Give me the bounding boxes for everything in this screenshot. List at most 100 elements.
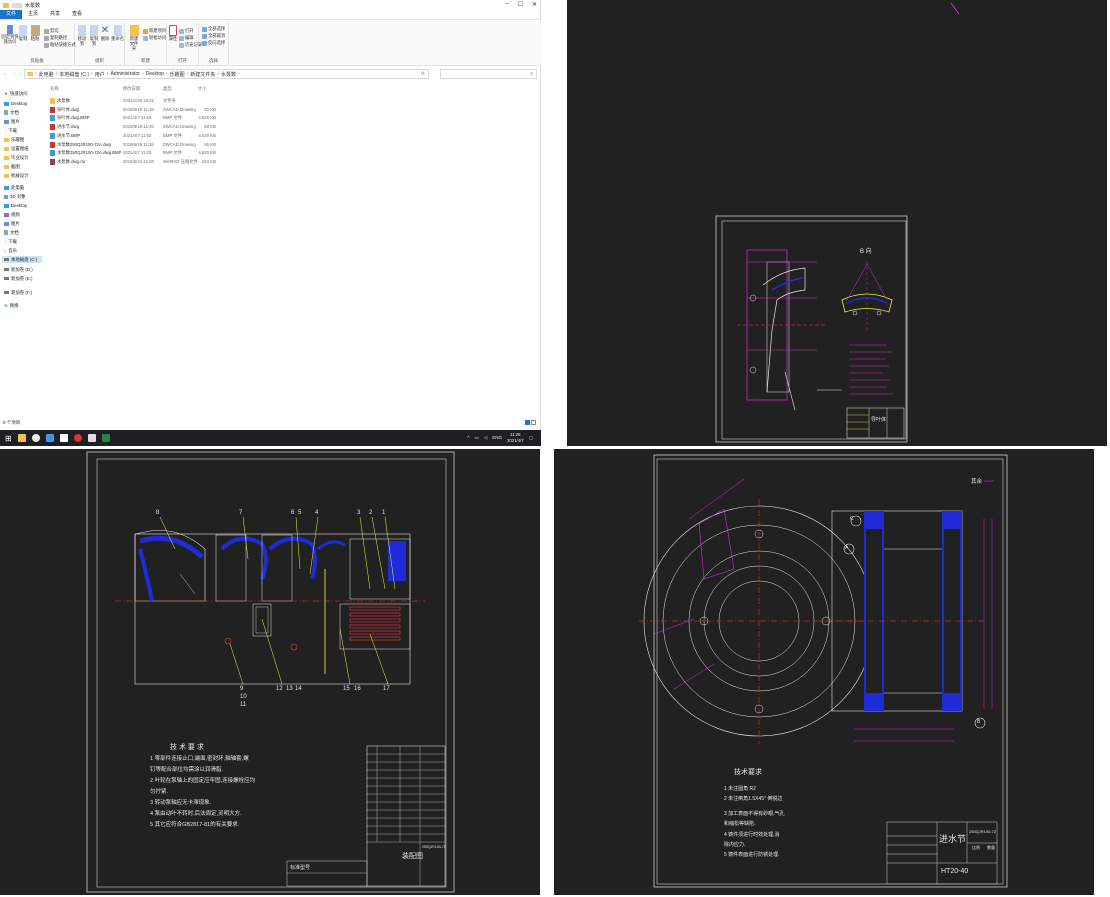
- breadcrumb-item[interactable]: 用户: [95, 71, 105, 78]
- nav-item[interactable]: 视频: [4, 211, 20, 218]
- select-none-button[interactable]: 全部取消: [202, 33, 225, 39]
- qq-taskbar-icon[interactable]: [31, 434, 40, 442]
- volume-icon[interactable]: ◁: [484, 435, 487, 441]
- column-size[interactable]: 大小: [198, 86, 207, 92]
- nav-item[interactable]: 新加卷 (E:): [4, 275, 32, 282]
- nav-item[interactable]: 图片: [4, 118, 20, 125]
- cut-button[interactable]: 剪切: [44, 28, 59, 34]
- paste-button[interactable]: 粘贴: [29, 25, 41, 41]
- network-tray-icon[interactable]: ▭: [475, 435, 479, 441]
- drawing-number: 250QJR100-72: [422, 845, 446, 849]
- minimize-icon[interactable]: –: [505, 1, 508, 8]
- nav-item[interactable]: 文档: [4, 109, 19, 116]
- search-input[interactable]: ⌕: [440, 69, 537, 79]
- file-row[interactable]: 进水节.dwg 2019/6/19 11:26 ZWCAD.Drawing 83 KB: [48, 123, 228, 131]
- breadcrumb-item[interactable]: 本地磁盘 (C:): [59, 71, 89, 78]
- refresh-icon[interactable]: ⟳: [421, 71, 425, 77]
- paste-shortcut-button[interactable]: 粘贴快捷方式: [44, 42, 76, 48]
- nav-item[interactable]: 文档: [4, 229, 19, 236]
- invert-selection-button[interactable]: 反向选择: [202, 40, 225, 46]
- properties-button[interactable]: 属性: [168, 25, 178, 41]
- address-bar[interactable]: › 此电脑 › 本地磁盘 (C:) › 用户 › Administrator › Des…: [24, 69, 429, 79]
- nav-item[interactable]: 3D 对象: [4, 193, 26, 200]
- file-row[interactable]: 水泵数250QJR100-72A.dwg 2019/6/19 11:26 ZWCAD…: [48, 141, 228, 149]
- file-row[interactable]: 水泵数.dwg.rar 2019/6/24 21:00 WinRAR 压缩文件 263…: [48, 158, 228, 166]
- maximize-icon[interactable]: ☐: [518, 1, 523, 8]
- copy-to-button[interactable]: 复制到: [88, 25, 100, 46]
- nav-item[interactable]: 设置图纸: [4, 145, 29, 152]
- part-name: 进水节: [939, 834, 967, 844]
- input-language[interactable]: ENG: [492, 435, 502, 440]
- column-type[interactable]: 类型: [163, 86, 172, 92]
- tab-file[interactable]: 文件: [0, 10, 23, 19]
- nav-item[interactable]: 图片: [4, 220, 20, 227]
- nav-item[interactable]: Desktop: [4, 100, 27, 107]
- breadcrumb-item[interactable]: 新建文件夹: [190, 71, 215, 78]
- rename-button[interactable]: 重命名: [111, 25, 124, 41]
- breadcrumb-item[interactable]: Desktop: [146, 71, 164, 77]
- nav-item-network[interactable]: ⊕ 网络: [4, 302, 18, 309]
- delete-button[interactable]: ✕ 删除: [100, 25, 110, 41]
- file-row[interactable]: 水泵数 2021/1/28 15:21 文件夹: [48, 97, 228, 105]
- forward-arrow-icon[interactable]: →: [11, 71, 16, 77]
- notification-icon[interactable]: ▢: [529, 435, 533, 441]
- windows-start-icon[interactable]: ⊞: [5, 434, 12, 443]
- search-taskbar-icon[interactable]: [45, 434, 54, 442]
- nav-item[interactable]: ↓ 下载: [4, 127, 17, 134]
- new-folder-button[interactable]: 新建文件夹: [127, 25, 141, 51]
- drive-icon: [4, 277, 9, 280]
- nav-item[interactable]: 毕业设计: [4, 154, 29, 161]
- balloon-label: 8: [156, 510, 160, 516]
- back-arrow-icon[interactable]: ←: [3, 71, 8, 77]
- nav-item-quick-access[interactable]: ★ 快速访问: [4, 90, 28, 97]
- details-view-icon[interactable]: [525, 420, 530, 425]
- cad-taskbar-icon[interactable]: [73, 434, 82, 442]
- column-date[interactable]: 修改日期: [123, 86, 140, 92]
- nav-item[interactable]: ♪ 音乐: [4, 247, 17, 254]
- breadcrumb-item[interactable]: 水泵数: [221, 71, 236, 78]
- copy-button[interactable]: 复制: [18, 25, 28, 41]
- pin-button[interactable]: 固定到快速访问: [1, 25, 19, 44]
- breadcrumb-item[interactable]: 乐趣图: [170, 71, 185, 78]
- nav-item[interactable]: Desktop: [4, 202, 27, 209]
- easy-access-button[interactable]: 轻松访问: [143, 35, 166, 41]
- nav-item[interactable]: 乐趣图: [4, 136, 24, 143]
- select-all-button[interactable]: 全部选择: [202, 26, 225, 32]
- breadcrumb-item[interactable]: 此电脑: [39, 71, 54, 78]
- column-name[interactable]: 名称: [50, 86, 59, 92]
- file-row[interactable]: 导叶体.dwg 2019/6/19 11:26 ZWCAD.Drawing 83 KB: [48, 106, 228, 114]
- file-row[interactable]: 导叶体.dwg.BMP 2021/4/7 11:03 BMP 文件 4,620 KB: [48, 114, 228, 122]
- edit-button[interactable]: 编辑: [179, 35, 194, 41]
- tab-share[interactable]: 共享: [44, 10, 66, 19]
- tray-chevron-icon[interactable]: ^: [467, 435, 469, 440]
- file-explorer-taskbar-icon[interactable]: [17, 434, 26, 442]
- tab-home[interactable]: 主页: [22, 10, 44, 19]
- folder-icon: [4, 146, 9, 151]
- ribbon-group-open: 属性 打开 编辑 历史记录 打开: [167, 23, 202, 65]
- new-item-button[interactable]: 新建项目: [143, 28, 166, 34]
- nav-item[interactable]: 截图: [4, 163, 20, 170]
- large-icons-view-icon[interactable]: [531, 420, 536, 425]
- open-button[interactable]: 打开: [179, 28, 194, 34]
- breadcrumb-item[interactable]: Administrator: [110, 71, 139, 77]
- nav-item[interactable]: 机械设计: [4, 172, 29, 179]
- document-taskbar-icon[interactable]: [59, 434, 68, 442]
- excel-taskbar-icon[interactable]: [101, 434, 110, 442]
- app-taskbar-icon[interactable]: [87, 434, 96, 442]
- tab-view[interactable]: 查看: [66, 10, 88, 19]
- file-row[interactable]: 进水节.BMP 2021/4/7 11:03 BMP 文件 4,620 KB: [48, 132, 228, 140]
- file-date: 2019/6/19 11:26: [123, 106, 154, 112]
- nav-item-selected[interactable]: 本地磁盘 (C:): [2, 256, 42, 263]
- move-to-button[interactable]: 移动到: [76, 25, 88, 46]
- clock[interactable]: 11:26 2021/4/7: [507, 432, 524, 443]
- close-icon[interactable]: ✕: [532, 1, 537, 8]
- nav-item[interactable]: 新加卷 (D:): [4, 266, 33, 273]
- quick-access-toolbar[interactable]: [12, 2, 22, 8]
- file-row[interactable]: 水泵数250QJR100-72A.dwg.BMP 2021/4/7 11:03 BM…: [48, 149, 228, 157]
- nav-item-this-pc[interactable]: 此电脑: [4, 184, 24, 191]
- section-label: B: [977, 719, 981, 725]
- nav-item[interactable]: 新加卷 (F:): [4, 289, 32, 296]
- recent-chevron-icon[interactable]: ⌄: [19, 71, 23, 77]
- copy-path-button[interactable]: 复制路径: [44, 35, 67, 41]
- nav-item[interactable]: ↓ 下载: [4, 238, 17, 245]
